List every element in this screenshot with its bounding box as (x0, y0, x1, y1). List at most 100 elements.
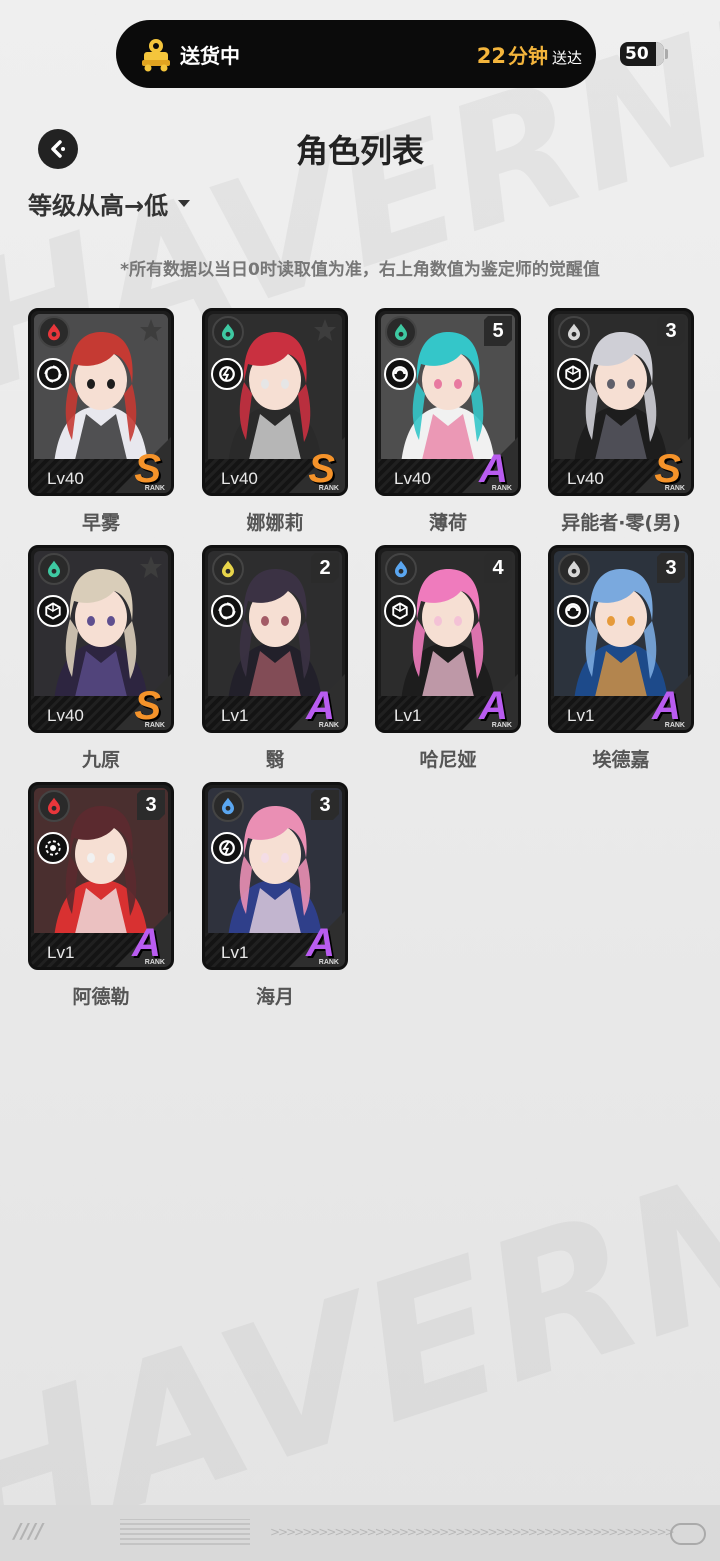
eta-suffix: 送达 (551, 48, 582, 67)
card-frame: 5 Lv40 A RANK (375, 308, 521, 496)
level-label: Lv1 (47, 943, 75, 962)
sort-dropdown[interactable]: 等级从高→低 (28, 186, 191, 221)
card-footer: Lv1 A RANK (205, 911, 345, 967)
character-card[interactable]: Lv40 S RANK 早雾 (28, 308, 174, 535)
battery-level: 50 (625, 44, 649, 64)
defense-role-icon (557, 358, 589, 390)
rank-letter: S (654, 447, 681, 491)
awakening-badge: 3 (657, 316, 685, 346)
character-name: 娜娜莉 (246, 512, 304, 534)
rank-word: RANK (664, 485, 685, 492)
footer-decoration (120, 1519, 250, 1545)
character-card[interactable]: 4 Lv1 A RANK 哈尼娅 (375, 545, 521, 772)
caret-down-icon (178, 200, 191, 207)
character-card[interactable]: 5 Lv40 A RANK 薄荷 (375, 308, 521, 535)
card-footer: Lv40 A RANK (378, 437, 518, 493)
awakening-empty-icon (137, 316, 165, 346)
rank-word: RANK (144, 485, 165, 492)
card-frame: Lv40 S RANK (202, 308, 348, 496)
rank-letter: A (479, 447, 508, 491)
card-frame: Lv40 S RANK (28, 308, 174, 496)
support-role-icon (384, 358, 416, 390)
card-frame: 2 Lv1 A RANK (202, 545, 348, 733)
stun-role-icon (211, 832, 243, 864)
rank-letter: A (652, 684, 681, 728)
fire-attribute-icon (38, 790, 70, 822)
rank-letter: A (132, 921, 161, 965)
card-frame: Lv40 S RANK (28, 545, 174, 733)
awakening-value: 4 (492, 556, 504, 579)
rank-letter: S (134, 447, 161, 491)
card-footer: Lv1 A RANK (551, 674, 691, 730)
rank-word: RANK (318, 485, 339, 492)
character-name: 阿德勒 (72, 986, 130, 1008)
character-card[interactable]: 2 Lv1 A RANK 翳 (202, 545, 348, 772)
character-card[interactable]: 3 Lv40 S RANK 异能者·零(男) (548, 308, 694, 535)
data-note: *所有数据以当日0时读取值为准，右上角数值为鉴定师的觉醒值 (120, 260, 600, 280)
ice-attribute-icon (385, 553, 417, 585)
ether-attribute-icon (38, 553, 70, 585)
awakening-badge: 3 (137, 790, 165, 820)
card-footer: Lv1 A RANK (31, 911, 171, 967)
rank-letter: A (306, 684, 335, 728)
card-frame: 3 Lv1 A RANK (202, 782, 348, 970)
delivery-status-pill[interactable]: 送货中 22 分钟 送达 (116, 20, 596, 88)
character-card[interactable]: 3 Lv1 A RANK 埃德嘉 (548, 545, 694, 772)
character-name: 哈尼娅 (419, 749, 477, 771)
sort-label: 等级从高→低 (28, 192, 169, 220)
battery-tip (665, 49, 668, 59)
rank-letter: S (308, 447, 335, 491)
character-card[interactable]: 3 Lv1 A RANK 阿德勒 (28, 782, 174, 1009)
level-label: Lv40 (394, 469, 431, 488)
anomaly-role-icon (37, 358, 69, 390)
page-title: 角色列表 (295, 132, 424, 170)
character-card[interactable]: 3 Lv1 A RANK 海月 (202, 782, 348, 1009)
rank-word: RANK (491, 722, 512, 729)
awakening-value: 3 (665, 319, 677, 342)
character-name: 异能者·零(男) (561, 512, 681, 534)
physical-attribute-icon (558, 553, 590, 585)
awakening-value: 3 (319, 793, 331, 816)
awakening-empty-icon (137, 553, 165, 583)
physical-attribute-icon (558, 316, 590, 348)
rank-word: RANK (318, 722, 339, 729)
character-name: 九原 (81, 749, 120, 771)
level-label: Lv40 (567, 469, 604, 488)
background-watermark: HAVERNESS (0, 999, 720, 1561)
rank-word: RANK (664, 722, 685, 729)
awakening-badge: 4 (484, 553, 512, 583)
awakening-value: 5 (492, 319, 504, 342)
status-label: 送货中 (180, 43, 240, 68)
rank-letter: A (306, 921, 335, 965)
eta: 22 分钟 送达 (477, 40, 582, 69)
ice-attribute-icon (212, 790, 244, 822)
battery-indicator: 50 (620, 42, 664, 66)
awakening-empty-icon (311, 316, 339, 346)
card-footer: Lv40 S RANK (551, 437, 691, 493)
card-footer: Lv40 S RANK (31, 437, 171, 493)
character-card[interactable]: Lv40 S RANK 九原 (28, 545, 174, 772)
level-label: Lv1 (567, 706, 595, 725)
footer-logo: //// (14, 1519, 44, 1543)
awakening-badge: 2 (311, 553, 339, 583)
awakening-badge: 3 (657, 553, 685, 583)
card-frame: 3 Lv1 A RANK (28, 782, 174, 970)
defense-role-icon (384, 595, 416, 627)
card-footer: Lv40 S RANK (205, 437, 345, 493)
level-label: Lv40 (221, 469, 258, 488)
character-name: 海月 (255, 986, 294, 1008)
fire-attribute-icon (38, 316, 70, 348)
stun-role-icon (211, 358, 243, 390)
awakening-badge: 3 (311, 790, 339, 820)
footer-toggle-icon[interactable] (670, 1523, 706, 1545)
character-name: 埃德嘉 (592, 749, 650, 771)
character-name: 薄荷 (428, 512, 467, 534)
card-footer: Lv40 S RANK (31, 674, 171, 730)
awakening-value: 3 (145, 793, 157, 816)
eta-number: 22 (476, 43, 506, 68)
rank-word: RANK (491, 485, 512, 492)
card-frame: 3 Lv40 S RANK (548, 308, 694, 496)
eta-unit: 分钟 (507, 43, 548, 68)
character-card[interactable]: Lv40 S RANK 娜娜莉 (202, 308, 348, 535)
level-label: Lv40 (47, 469, 84, 488)
